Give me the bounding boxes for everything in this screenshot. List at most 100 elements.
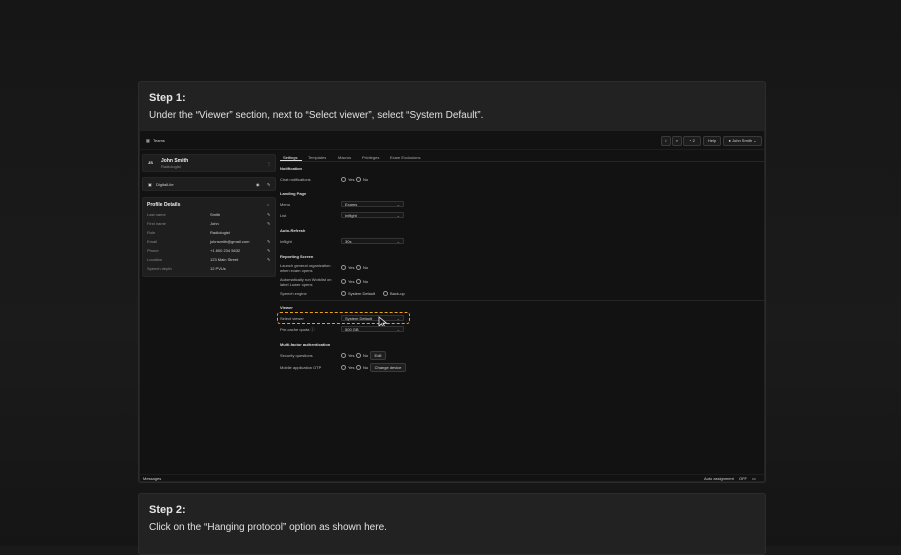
otp-yes-radio[interactable]: Yes bbox=[341, 365, 355, 371]
tab-privileges[interactable]: Privileges bbox=[362, 155, 379, 160]
user-icon: ● bbox=[728, 138, 731, 143]
list-select[interactable]: Inflight ⌄ bbox=[341, 212, 404, 218]
tab-divider bbox=[280, 161, 764, 162]
security-no-radio[interactable]: No bbox=[356, 353, 368, 359]
menu-label: Menu bbox=[280, 202, 291, 207]
detail-key: First name bbox=[147, 221, 166, 226]
security-yes-radio[interactable]: Yes bbox=[341, 353, 355, 359]
detail-value: 12 PVUs bbox=[210, 266, 226, 271]
search-icon[interactable]: ⌕ bbox=[672, 136, 682, 146]
app-footer: Messages Auto assignment OFF ▭ bbox=[140, 474, 764, 482]
chevron-down-icon: ⌄ bbox=[396, 202, 400, 207]
bell-icon: ◔ bbox=[689, 138, 692, 143]
notifications-button[interactable]: ◔ 2 bbox=[683, 136, 701, 146]
chat-notifications-label: Chat notifications bbox=[280, 177, 311, 182]
step-1-card: Step 1: Under the “Viewer” section, next… bbox=[138, 81, 766, 483]
chat-yes-radio[interactable]: Yes bbox=[341, 177, 355, 183]
section-landing-page: Landing Page bbox=[280, 191, 307, 196]
auto-assignment-state[interactable]: OFF bbox=[739, 476, 747, 481]
speech-default-radio[interactable]: System Default bbox=[341, 291, 375, 297]
inflight-select[interactable]: 30s ⌄ bbox=[341, 238, 404, 244]
profile-details-title: Profile Details bbox=[147, 202, 181, 208]
step-2-title: Step 2: bbox=[149, 504, 186, 516]
detail-value: Radiologist bbox=[210, 230, 230, 235]
inflight-label: Inflight bbox=[280, 239, 292, 244]
pre-cache-label: Pre-cache quota ⓘ bbox=[280, 327, 315, 332]
tab-exam-exclusions[interactable]: Exam Exclusions bbox=[390, 155, 420, 160]
avatar: JS bbox=[148, 160, 153, 165]
pre-cache-select[interactable]: 500 GB ⌄ bbox=[341, 326, 404, 332]
speech-backup-radio[interactable]: Back-up bbox=[383, 291, 405, 297]
eye-icon[interactable]: ◉ bbox=[256, 182, 260, 187]
edit-pencil-icon[interactable]: ✎ bbox=[267, 212, 271, 217]
menu-select[interactable]: Exams ⌄ bbox=[341, 201, 404, 207]
chevron-down-icon: ⌄ bbox=[753, 138, 757, 143]
detail-row: Location 123 Main Street ✎ bbox=[143, 257, 275, 263]
detail-value: +1 800 234 5632 bbox=[210, 248, 241, 253]
detail-row: Last name Smith ✎ bbox=[143, 212, 275, 218]
chevron-down-icon: ⌄ bbox=[396, 327, 400, 332]
list-label: List bbox=[280, 213, 287, 218]
tab-macros[interactable]: Macros bbox=[338, 155, 351, 160]
app-screenshot: ▦ Teams i ⌕ ◔ 2 Help ● John Smith ⌄ JS J… bbox=[140, 131, 764, 481]
section-auto-refresh: Auto-Refresh bbox=[280, 228, 306, 233]
detail-key: Last name bbox=[147, 212, 166, 217]
launch-no-radio[interactable]: No bbox=[356, 265, 368, 271]
edit-pencil-icon[interactable]: ✎ bbox=[267, 239, 271, 244]
security-questions-label: Security questions bbox=[280, 353, 313, 358]
chevron-down-icon: ⌄ bbox=[396, 239, 400, 244]
org-icon: ▣ bbox=[148, 182, 152, 187]
detail-key: Location bbox=[147, 257, 163, 262]
help-button[interactable]: Help bbox=[703, 136, 721, 146]
detail-key: Speech depth bbox=[147, 266, 172, 271]
section-mfa: Multi-factor authentication bbox=[280, 342, 331, 347]
detail-value: johnsmith@gmail.com bbox=[210, 239, 250, 244]
auto-run-label: Automatically run Worklist on label Lowe… bbox=[280, 277, 332, 287]
chat-no-radio[interactable]: No bbox=[356, 177, 368, 183]
more-icon[interactable]: ⋮ bbox=[267, 161, 271, 166]
step-1-title: Step 1: bbox=[149, 92, 186, 104]
user-name: John Smith bbox=[732, 138, 753, 143]
org-card: ▣ DigitalLite ◉ ✎ bbox=[142, 177, 276, 191]
expand-icon[interactable]: ▭ bbox=[752, 476, 756, 481]
edit-pencil-icon[interactable]: ✎ bbox=[267, 248, 271, 253]
detail-key: Phone bbox=[147, 248, 159, 253]
mobile-otp-label: Mobile application OTP bbox=[280, 365, 322, 370]
notification-count: 2 bbox=[692, 138, 695, 143]
tab-templates[interactable]: Templates bbox=[308, 155, 326, 160]
section-notification: Notification bbox=[280, 166, 302, 171]
teams-label[interactable]: Teams bbox=[153, 138, 165, 143]
otp-no-radio[interactable]: No bbox=[356, 365, 368, 371]
collapse-icon[interactable]: ⇔ bbox=[266, 202, 270, 207]
edit-button[interactable]: Edit bbox=[370, 351, 386, 360]
detail-key: Role bbox=[147, 230, 156, 235]
auto-run-no-radio[interactable]: No bbox=[356, 279, 368, 285]
profile-role: Radiologist bbox=[161, 164, 181, 169]
info-icon: ⓘ bbox=[310, 327, 315, 332]
profile-details-card: Profile Details ⇔ Last name Smith ✎ First n… bbox=[142, 197, 276, 277]
profile-card: JS John Smith Radiologist ⋮ bbox=[142, 154, 276, 172]
detail-row: Role Radiologist bbox=[143, 230, 275, 236]
info-icon[interactable]: i bbox=[661, 136, 671, 146]
edit-pencil-icon[interactable]: ✎ bbox=[267, 257, 271, 262]
select-viewer-highlight bbox=[277, 312, 410, 324]
section-divider bbox=[280, 300, 764, 301]
detail-value: John bbox=[210, 221, 219, 226]
teams-icon: ▦ bbox=[146, 138, 150, 143]
auto-assignment-label: Auto assignment bbox=[704, 476, 734, 481]
speech-engine-label: Speech engine bbox=[280, 291, 307, 296]
user-menu-button[interactable]: ● John Smith ⌄ bbox=[723, 136, 762, 146]
messages-link[interactable]: Messages bbox=[143, 476, 161, 481]
detail-row: Speech depth 12 PVUs bbox=[143, 266, 275, 272]
section-viewer: Viewer bbox=[280, 305, 293, 310]
launch-yes-radio[interactable]: Yes bbox=[341, 265, 355, 271]
change-device-button[interactable]: Change device bbox=[370, 363, 406, 372]
edit-icon[interactable]: ✎ bbox=[267, 182, 270, 187]
detail-value: 123 Main Street bbox=[210, 257, 239, 262]
section-reporting-screen: Reporting Screen bbox=[280, 254, 314, 259]
edit-pencil-icon[interactable]: ✎ bbox=[267, 221, 271, 226]
auto-run-yes-radio[interactable]: Yes bbox=[341, 279, 355, 285]
app-topbar: ▦ Teams i ⌕ ◔ 2 Help ● John Smith ⌄ bbox=[140, 131, 764, 150]
detail-row: Email johnsmith@gmail.com ✎ bbox=[143, 239, 275, 245]
detail-row: First name John ✎ bbox=[143, 221, 275, 227]
